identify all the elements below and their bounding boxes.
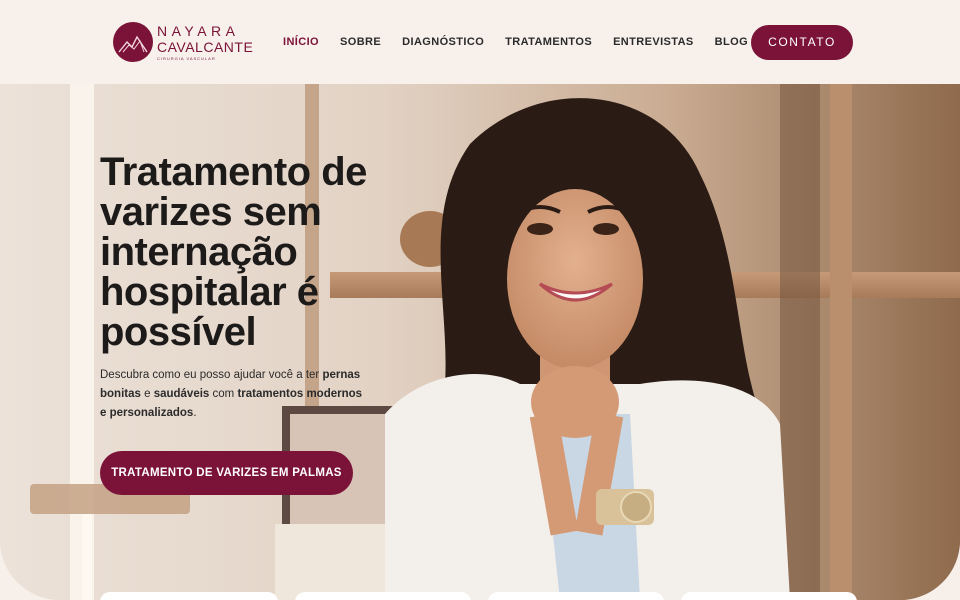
site-header: NAYARA CAVALCANTE CIRURGIA VASCULAR INÍC… (0, 0, 960, 84)
feature-card[interactable] (681, 592, 857, 600)
hero-section: Tratamento de varizes sem internação hos… (0, 84, 960, 600)
hero-cta-button[interactable]: TRATAMENTO DE VARIZES EM PALMAS (100, 451, 353, 495)
feature-card[interactable] (295, 592, 471, 600)
feature-card[interactable] (488, 592, 664, 600)
nav-item-diagnostico[interactable]: DIAGNÓSTICO (402, 36, 484, 48)
logo-mark-icon (113, 22, 153, 62)
brand-tagline: CIRURGIA VASCULAR (157, 55, 216, 61)
contact-button[interactable]: CONTATO (751, 25, 853, 60)
hero-title: Tratamento de varizes sem internação hos… (100, 150, 367, 354)
hero-desc-text-4: . (193, 407, 197, 419)
feature-card[interactable] (100, 592, 278, 600)
hero-desc-text-3: com (209, 388, 238, 400)
hero-desc-text-2: e (140, 388, 154, 400)
hero-desc-text-1: Descubra como eu posso ajudar você a ter (100, 369, 323, 381)
brand-surname: CAVALCANTE (157, 38, 254, 55)
main-nav: INÍCIO SOBRE DIAGNÓSTICO TRATAMENTOS ENT… (283, 36, 769, 48)
nav-item-tratamentos[interactable]: TRATAMENTOS (505, 36, 592, 48)
brand-logo[interactable]: NAYARA CAVALCANTE CIRURGIA VASCULAR (113, 22, 253, 62)
hero-description: Descubra como eu posso ajudar você a ter… (100, 366, 370, 423)
nav-item-inicio[interactable]: INÍCIO (283, 36, 319, 48)
nav-item-sobre[interactable]: SOBRE (340, 36, 381, 48)
hero-desc-bold-2: saudáveis (153, 388, 210, 400)
brand-name: NAYARA (157, 22, 240, 39)
nav-item-blog[interactable]: BLOG (715, 36, 748, 48)
nav-item-entrevistas[interactable]: ENTREVISTAS (613, 36, 694, 48)
